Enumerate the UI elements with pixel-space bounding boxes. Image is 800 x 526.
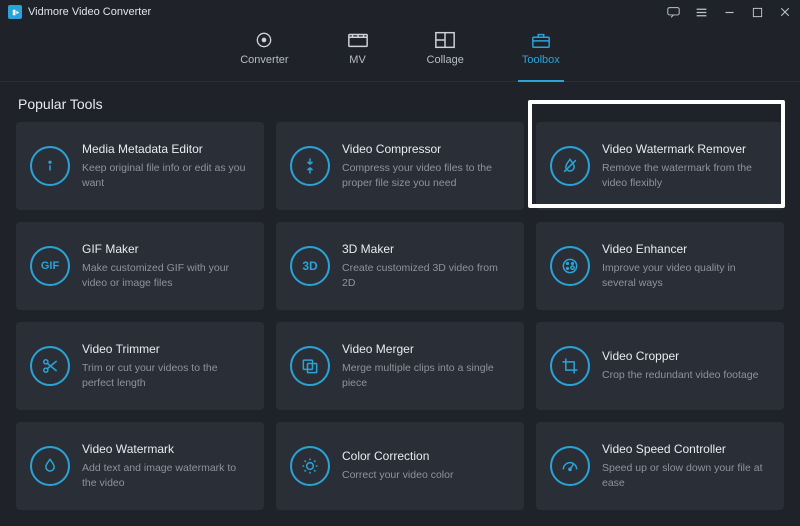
speed-icon (550, 446, 590, 486)
toolbox-icon (530, 30, 552, 50)
tool-title: Video Compressor (342, 142, 510, 156)
tool-video-enhancer[interactable]: Video Enhancer Improve your video quality… (536, 222, 784, 310)
tool-title: Video Watermark Remover (602, 142, 770, 156)
tool-desc: Compress your video files to the proper … (342, 161, 510, 190)
window-controls (666, 5, 792, 19)
mv-icon (347, 30, 369, 50)
merge-icon (290, 346, 330, 386)
tool-desc: Correct your video color (342, 468, 510, 483)
tool-title: Video Trimmer (82, 342, 250, 356)
tool-video-watermark[interactable]: Video Watermark Add text and image waterm… (16, 422, 264, 510)
crop-icon (550, 346, 590, 386)
tool-title: Video Merger (342, 342, 510, 356)
collage-icon (434, 30, 456, 50)
tool-desc: Add text and image watermark to the vide… (82, 461, 250, 490)
sun-icon (290, 446, 330, 486)
tab-collage[interactable]: Collage (427, 30, 464, 81)
tool-title: Video Cropper (602, 349, 770, 363)
app-logo-icon (8, 5, 22, 19)
converter-icon (253, 30, 275, 50)
tool-desc: Crop the redundant video footage (602, 368, 770, 383)
palette-icon (550, 246, 590, 286)
tab-mv[interactable]: MV (347, 30, 369, 81)
3d-icon: 3D (290, 246, 330, 286)
tool-title: 3D Maker (342, 242, 510, 256)
compress-icon (290, 146, 330, 186)
close-icon[interactable] (778, 5, 792, 19)
titlebar: Vidmore Video Converter (0, 0, 800, 24)
gif-icon: GIF (30, 246, 70, 286)
tool-video-cropper[interactable]: Video Cropper Crop the redundant video fo… (536, 322, 784, 410)
tool-desc: Keep original file info or edit as you w… (82, 161, 250, 190)
main-tabs: Converter MV Collage Toolbox (0, 24, 800, 82)
tool-title: Video Watermark (82, 442, 250, 456)
tool-video-speed-controller[interactable]: Video Speed Controller Speed up or slow d… (536, 422, 784, 510)
tool-desc: Trim or cut your videos to the perfect l… (82, 361, 250, 390)
tool-desc: Create customized 3D video from 2D (342, 261, 510, 290)
maximize-icon[interactable] (750, 5, 764, 19)
tool-desc: Remove the watermark from the video flex… (602, 161, 770, 190)
tool-desc: Improve your video quality in several wa… (602, 261, 770, 290)
no-water-icon (550, 146, 590, 186)
tool-desc: Make customized GIF with your video or i… (82, 261, 250, 290)
tool-title: GIF Maker (82, 242, 250, 256)
tab-label: Collage (427, 54, 464, 66)
tab-converter[interactable]: Converter (240, 30, 288, 81)
tool-media-metadata-editor[interactable]: Media Metadata Editor Keep original file … (16, 122, 264, 210)
tab-label: Converter (240, 54, 288, 66)
tool-title: Video Enhancer (602, 242, 770, 256)
tool-desc: Merge multiple clips into a single piece (342, 361, 510, 390)
tool-video-trimmer[interactable]: Video Trimmer Trim or cut your videos to … (16, 322, 264, 410)
tool-video-watermark-remover[interactable]: Video Watermark Remover Remove the waterm… (536, 122, 784, 210)
tool-title: Media Metadata Editor (82, 142, 250, 156)
tool-color-correction[interactable]: Color Correction Correct your video color (276, 422, 524, 510)
tab-toolbox[interactable]: Toolbox (522, 30, 560, 81)
tab-label: Toolbox (522, 54, 560, 66)
menu-icon[interactable] (694, 5, 708, 19)
tool-title: Color Correction (342, 449, 510, 463)
section-title: Popular Tools (0, 82, 800, 122)
tool-desc: Speed up or slow down your file at ease (602, 461, 770, 490)
minimize-icon[interactable] (722, 5, 736, 19)
tool-3d-maker[interactable]: 3D 3D Maker Create customized 3D video fr… (276, 222, 524, 310)
tools-grid: Media Metadata Editor Keep original file … (0, 122, 800, 526)
tool-title: Video Speed Controller (602, 442, 770, 456)
app-title: Vidmore Video Converter (28, 6, 151, 18)
info-icon (30, 146, 70, 186)
tab-label: MV (349, 54, 366, 66)
tool-video-merger[interactable]: Video Merger Merge multiple clips into a … (276, 322, 524, 410)
tool-gif-maker[interactable]: GIF GIF Maker Make customized GIF with yo… (16, 222, 264, 310)
scissors-icon (30, 346, 70, 386)
feedback-icon[interactable] (666, 5, 680, 19)
water-icon (30, 446, 70, 486)
tool-video-compressor[interactable]: Video Compressor Compress your video file… (276, 122, 524, 210)
